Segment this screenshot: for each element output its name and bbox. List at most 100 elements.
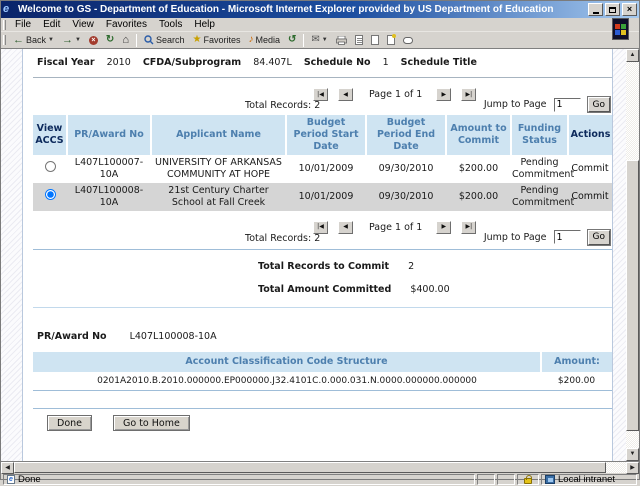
forward-dropdown-icon[interactable]: ▼ (75, 37, 81, 43)
back-button[interactable]: ← Back ▼ (9, 33, 58, 48)
menu-favorites[interactable]: Favorites (100, 18, 153, 31)
restore-icon (609, 6, 616, 13)
total-records-to-commit-value: 2 (408, 260, 415, 272)
home-icon: ⌂ (122, 33, 129, 46)
lock-icon (524, 475, 532, 484)
col-header-budget-start: Budget Period Start Date (286, 115, 367, 155)
actions-cell: Commit (568, 182, 612, 211)
accs-amount-value: $200.00 (541, 371, 612, 392)
scroll-down-button[interactable]: ▼ (626, 448, 639, 461)
horizontal-scrollbar[interactable]: ◀ ▶ (1, 461, 639, 474)
page-navigation: |◀ ◀ Page 1 of 1 ▶ ▶| (313, 220, 486, 234)
view-accs-radio[interactable] (44, 161, 56, 173)
edit-button[interactable] (351, 33, 367, 48)
totals-section: Total Records to Commit 2 Total Amount C… (258, 261, 612, 295)
vertical-scroll-track[interactable] (626, 62, 639, 448)
menu-tools[interactable]: Tools (153, 18, 188, 31)
budget-start-cell: 10/01/2009 (286, 182, 366, 211)
accs-code-header: Account Classification Code Structure (33, 351, 542, 372)
first-page-button[interactable]: |◀ (313, 88, 328, 101)
history-button[interactable]: ↺ (284, 33, 300, 48)
divider (33, 306, 612, 308)
search-label: Search (155, 35, 185, 45)
horizontal-scroll-track[interactable] (14, 462, 626, 473)
menu-view[interactable]: View (66, 18, 100, 31)
view-accs-radio[interactable] (44, 189, 56, 201)
speech-bubble-icon (402, 36, 413, 44)
done-button[interactable]: Done (47, 415, 92, 432)
go-button[interactable]: Go (586, 228, 612, 246)
accs-row: 0201A2010.B.2010.000000.EP000000.J32.410… (33, 371, 612, 392)
col-header-pr-award-no: PR/Award No (67, 115, 152, 155)
scroll-up-button[interactable]: ▲ (626, 49, 639, 62)
form-buttons: Done Go to Home (47, 415, 612, 432)
go-button[interactable]: Go (586, 96, 612, 113)
commit-link[interactable]: Commit (571, 163, 608, 174)
edit-icon (354, 35, 363, 45)
jump-to-page-input[interactable] (553, 97, 581, 112)
applicant-name-cell: UNIVERSITY OF ARKANSAS COMMUNITY AT HOPE (155, 156, 282, 180)
messenger-button[interactable] (383, 33, 399, 48)
menu-edit[interactable]: Edit (37, 18, 66, 31)
media-button[interactable]: ♪ Media (244, 33, 284, 48)
mail-button[interactable]: ✉ ▼ (307, 33, 331, 48)
previous-page-button[interactable]: ◀ (338, 220, 353, 234)
divider (33, 408, 612, 410)
next-page-button[interactable]: ▶ (436, 88, 452, 101)
toolbar-grip[interactable] (3, 35, 6, 45)
vertical-scrollbar[interactable]: ▲ ▼ (626, 49, 639, 461)
print-button[interactable] (332, 33, 351, 48)
refresh-button[interactable]: ↻ (102, 33, 118, 48)
menu-file[interactable]: File (9, 18, 37, 31)
first-page-button[interactable]: |◀ (313, 220, 328, 234)
research-button[interactable] (399, 33, 417, 48)
toolbar-separator (135, 33, 137, 47)
media-label: Media (255, 35, 280, 45)
last-page-button[interactable]: ▶| (461, 88, 477, 101)
vertical-scroll-thumb[interactable] (626, 160, 639, 431)
budget-end-cell: 09/30/2010 (366, 182, 446, 211)
menu-bar: File Edit View Favorites Tools Help (1, 18, 639, 40)
accs-code-value: 0201A2010.B.2010.000000.EP000000.J32.410… (33, 371, 541, 392)
jump-to-page-input[interactable] (553, 230, 581, 245)
commit-link[interactable]: Commit (571, 191, 608, 202)
stop-button[interactable]: × (85, 33, 102, 48)
back-label: Back (26, 35, 47, 45)
back-dropdown-icon[interactable]: ▼ (48, 37, 54, 43)
toolbar-grip[interactable] (3, 19, 6, 30)
standard-buttons-toolbar: ← Back ▼ → ▼ × ↻ ⌂ Search ★ Favorites ♪ … (1, 32, 639, 49)
refresh-icon: ↻ (105, 34, 115, 45)
forward-button[interactable]: → ▼ (58, 33, 85, 48)
page-content: Fiscal Year 2010 CFDA/Subprogram 84.407L… (23, 49, 612, 461)
home-button[interactable]: ⌂ (118, 33, 133, 48)
discuss-button[interactable] (367, 33, 383, 48)
close-button[interactable]: × (622, 3, 637, 16)
amount-cell: $200.00 (458, 162, 499, 174)
restore-button[interactable] (605, 3, 620, 16)
stop-icon: × (88, 35, 98, 45)
amount-cell: $200.00 (446, 182, 511, 211)
next-page-button[interactable]: ▶ (436, 220, 452, 234)
go-to-home-button[interactable]: Go to Home (113, 415, 190, 432)
page-navigation: |◀ ◀ Page 1 of 1 ▶ ▶| (313, 88, 486, 101)
total-amount-committed-value: $400.00 (410, 283, 450, 295)
favorites-button[interactable]: ★ Favorites (189, 33, 245, 48)
col-header-amount-to-commit: Amount to Commit (446, 115, 512, 155)
pagination-bar-top: Total Records: 2 |◀ ◀ Page 1 of 1 ▶ ▶| J… (33, 87, 612, 113)
total-amount-committed: Total Amount Committed $400.00 (258, 284, 612, 295)
pr-award-no-label: PR/Award No (37, 330, 107, 342)
previous-page-button[interactable]: ◀ (338, 88, 353, 101)
back-icon: ← (13, 33, 24, 46)
messenger-icon (386, 34, 396, 45)
menu-help[interactable]: Help (188, 18, 221, 31)
toolbar-separator (303, 33, 305, 47)
minimize-button[interactable] (588, 3, 603, 16)
search-button[interactable]: Search (140, 33, 189, 48)
schedule-header-fields: Fiscal Year 2010 CFDA/Subprogram 84.407L… (37, 57, 612, 68)
schedule-no-value: 1 (382, 57, 389, 68)
horizontal-scroll-thumb[interactable] (14, 462, 606, 473)
last-page-button[interactable]: ▶| (461, 220, 477, 234)
jump-to-page: Jump to Page Go (484, 228, 612, 246)
mail-dropdown-icon[interactable]: ▼ (322, 37, 328, 43)
forward-icon: → (61, 33, 73, 46)
